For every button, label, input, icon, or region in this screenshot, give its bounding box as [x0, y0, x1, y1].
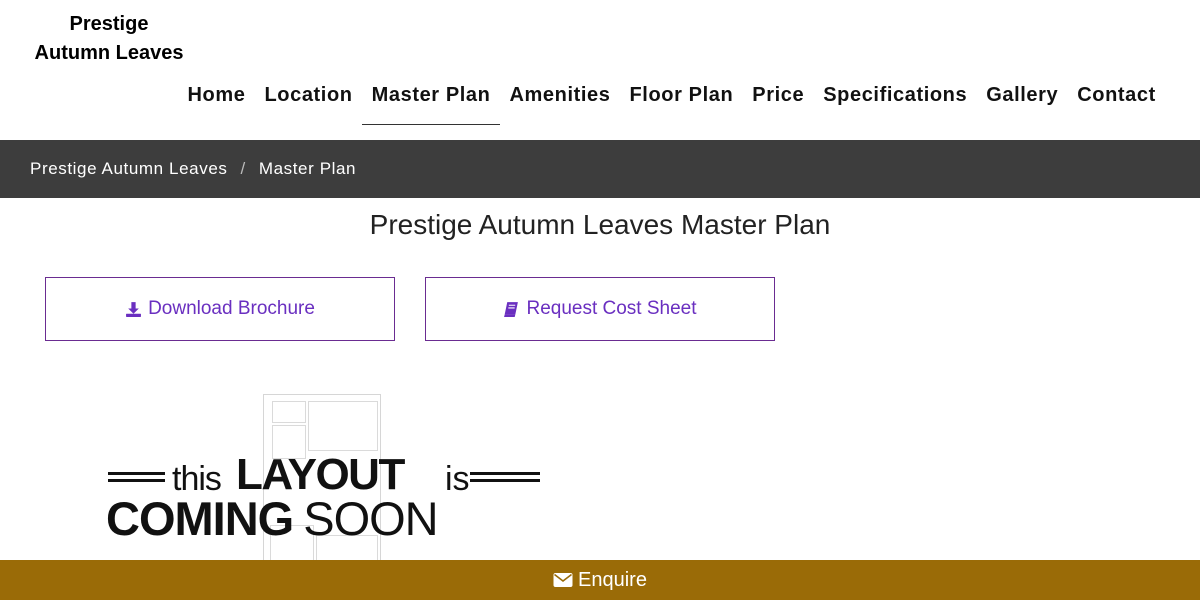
nav-specifications[interactable]: Specifications: [814, 80, 977, 110]
decorative-rule-left: [108, 472, 165, 482]
page-title: Prestige Autumn Leaves Master Plan: [369, 209, 831, 240]
placeholder-line-2: COMING SOON: [106, 491, 439, 546]
nav-price[interactable]: Price: [743, 80, 814, 110]
placeholder-word-is: is: [445, 460, 470, 498]
breadcrumb-home-link[interactable]: Prestige Autumn Leaves: [30, 159, 227, 179]
placeholder-line-1: this LAYOUT is: [100, 450, 550, 499]
enquire-label: Enquire: [578, 568, 647, 591]
placeholder-word-soon: SOON: [303, 492, 438, 545]
logo-line-2: Autumn Leaves: [34, 42, 184, 64]
envelope-icon: [553, 573, 573, 587]
book-icon: [504, 301, 519, 317]
nav-amenities[interactable]: Amenities: [500, 80, 620, 110]
breadcrumb-current: Master Plan: [258, 159, 357, 178]
enquire-button[interactable]: Enquire: [0, 560, 1200, 600]
request-cost-sheet-label: Request Cost Sheet: [526, 298, 697, 319]
decorative-rule-right: [470, 472, 540, 482]
nav-master-plan[interactable]: Master Plan: [362, 80, 500, 125]
nav-gallery[interactable]: Gallery: [977, 80, 1068, 110]
nav-home[interactable]: Home: [178, 80, 255, 110]
main-nav: Home Location Master Plan Amenities Floo…: [178, 80, 1166, 125]
request-cost-sheet-button[interactable]: Request Cost Sheet: [425, 277, 775, 341]
download-icon: [126, 301, 141, 317]
nav-location[interactable]: Location: [255, 80, 362, 110]
download-brochure-button[interactable]: Download Brochure: [45, 277, 395, 341]
master-plan-placeholder-image: this LAYOUT is COMING SOON: [100, 390, 550, 565]
download-brochure-label: Download Brochure: [148, 298, 315, 319]
nav-contact[interactable]: Contact: [1068, 80, 1166, 110]
logo-line-1: Prestige: [69, 13, 149, 35]
site-logo[interactable]: Prestige Autumn Leaves: [30, 10, 188, 68]
nav-floor-plan[interactable]: Floor Plan: [620, 80, 743, 110]
breadcrumb: Prestige Autumn Leaves / Master Plan: [0, 140, 1200, 198]
breadcrumb-separator: /: [240, 159, 246, 178]
placeholder-word-coming: COMING: [106, 492, 294, 545]
